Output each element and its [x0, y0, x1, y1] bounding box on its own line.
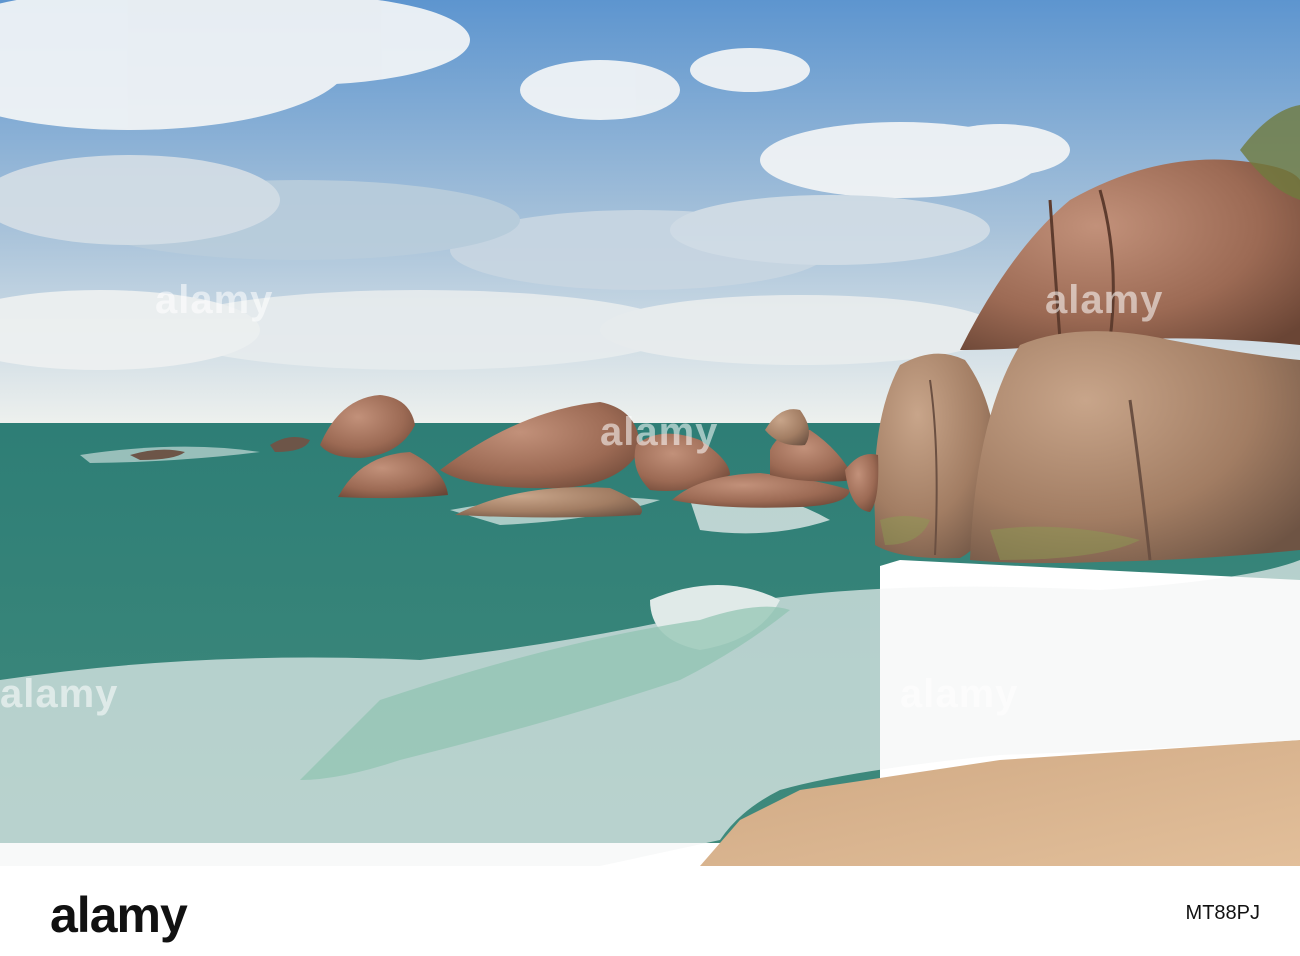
image-id-label: MT88PJ	[1185, 902, 1260, 924]
watermark-text: alamy	[600, 410, 719, 454]
alamy-logo[interactable]: alamy	[50, 886, 188, 944]
watermark-text: alamy	[900, 672, 1019, 716]
watermark-text: alamy	[1045, 278, 1164, 322]
footer-bar: alamy MT88PJ	[0, 866, 1300, 956]
beach-photo: alamy alamy alamy alamy alamy	[0, 0, 1300, 866]
watermark-text: alamy	[0, 672, 119, 716]
watermark-text: alamy	[155, 278, 274, 322]
